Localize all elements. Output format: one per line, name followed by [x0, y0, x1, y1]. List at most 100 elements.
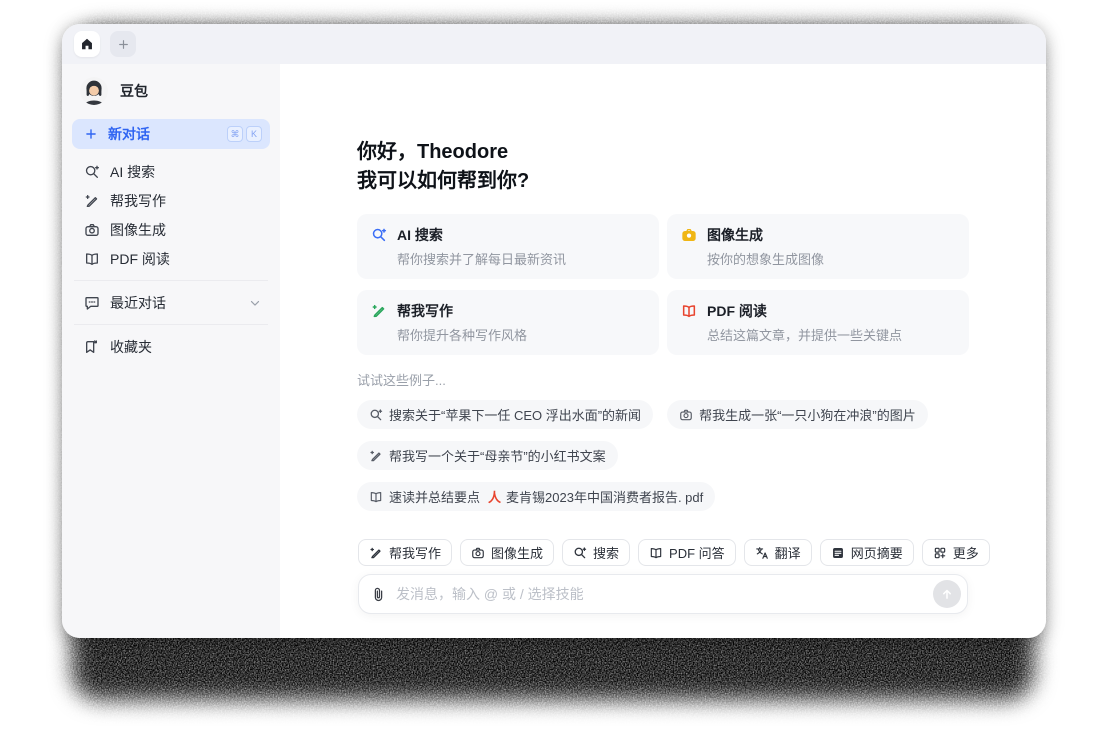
chip-text: 速读并总结要点: [389, 490, 481, 505]
new-chat-button[interactable]: 新对话 ⌘ K: [72, 119, 270, 149]
new-chat-label: 新对话: [108, 126, 150, 142]
pdf-read-icon: [681, 303, 697, 319]
ai-search-icon: [573, 546, 587, 560]
skill-image-button[interactable]: 图像生成: [460, 539, 555, 566]
sidebar-item-label: 最近对话: [110, 294, 166, 311]
message-input[interactable]: [396, 586, 933, 602]
sidebar-divider: [74, 324, 268, 325]
sidebar-item-label: 图像生成: [110, 221, 166, 238]
tab-bar: [62, 24, 1046, 64]
kbd-k: K: [246, 126, 262, 142]
skill-translate-button[interactable]: 翻译: [743, 539, 812, 566]
image-gen-icon: [471, 546, 485, 560]
example-chips: 搜索关于“苹果下一任 CEO 浮出水面”的新闻 帮我生成一张“一只小狗在冲浪”的…: [357, 400, 969, 511]
write-icon: [369, 546, 383, 560]
sidebar-item-label: 帮我写作: [110, 192, 166, 209]
examples-label: 试试这些例子...: [357, 373, 446, 388]
skill-label: 更多: [952, 546, 979, 561]
kbd-command: ⌘: [227, 126, 243, 142]
webpage-icon: [831, 546, 845, 560]
card-ai-search[interactable]: AI 搜索 帮你搜索并了解每日最新资讯: [357, 214, 659, 279]
sidebar-item-favorites[interactable]: 收藏夹: [72, 332, 270, 361]
card-write[interactable]: 帮我写作 帮你提升各种写作风格: [357, 290, 659, 355]
arrow-up-icon: [940, 587, 954, 601]
pdf-read-icon: [649, 546, 663, 560]
pdf-read-icon: [84, 251, 100, 267]
greeting-line2: 我可以如何帮到你?: [357, 170, 530, 192]
profile-row[interactable]: 豆包: [72, 76, 270, 106]
skill-pdf-button[interactable]: PDF 问答: [638, 539, 736, 566]
skill-label: 网页摘要: [850, 546, 903, 561]
chip-text: 帮我生成一张“一只小狗在冲浪”的图片: [699, 408, 916, 423]
skill-write-button[interactable]: 帮我写作: [358, 539, 453, 566]
tab-home[interactable]: [74, 31, 100, 57]
sidebar-item-label: AI 搜索: [110, 163, 156, 180]
write-icon: [369, 449, 383, 463]
app-window: 豆包 新对话 ⌘ K AI 搜索 帮我写作 图像生成 PDF 阅读 最近对话 收…: [62, 24, 1046, 638]
card-description: 总结这篇文章，并提供一些关键点: [707, 328, 903, 343]
skill-webpage-button[interactable]: 网页摘要: [819, 539, 914, 566]
chat-bubble-icon: [84, 295, 100, 311]
app-stage: 豆包 新对话 ⌘ K AI 搜索 帮我写作 图像生成 PDF 阅读 最近对话 收…: [0, 0, 1106, 734]
chip-text: 帮我写一个关于“母亲节”的小红书文案: [389, 449, 606, 464]
profile-name: 豆包: [120, 83, 148, 99]
ai-search-icon: [371, 227, 387, 243]
ai-search-icon: [369, 408, 383, 422]
sidebar-item-label: 收藏夹: [110, 338, 152, 355]
skill-label: 搜索: [593, 546, 620, 561]
chevron-down-icon[interactable]: [248, 296, 262, 310]
sidebar-item-write[interactable]: 帮我写作: [72, 186, 270, 215]
chip-search-example[interactable]: 搜索关于“苹果下一任 CEO 浮出水面”的新闻: [357, 400, 654, 429]
composer-area: 帮我写作 图像生成 搜索 PDF 问答 翻译 网页摘要 更多 发消息，输入 @ …: [358, 539, 990, 614]
skill-more-button[interactable]: 更多: [921, 539, 990, 566]
chip-pdf-example[interactable]: 速读并总结要点 人 麦肯锡2023年中国消费者报告. pdf: [357, 482, 716, 511]
skill-label: PDF 问答: [669, 546, 725, 561]
sidebar-item-recent-chats[interactable]: 最近对话: [72, 288, 270, 317]
card-title: AI 搜索: [397, 227, 443, 243]
plus-icon: [117, 38, 130, 51]
card-pdf-read[interactable]: PDF 阅读 总结这篇文章，并提供一些关键点: [667, 290, 969, 355]
sidebar-divider: [74, 280, 268, 281]
bookmark-icon: [84, 339, 100, 355]
sidebar-item-label: PDF 阅读: [110, 250, 170, 267]
message-composer: [358, 574, 968, 614]
chip-text: 搜索关于“苹果下一任 CEO 浮出水面”的新闻: [389, 408, 642, 423]
card-description: 按你的想象生成图像: [707, 252, 825, 267]
skill-label: 帮我写作: [389, 546, 442, 561]
main-area: 你好，Theodore 我可以如何帮到你? AI 搜索 帮你搜索并了解每日最新资…: [280, 64, 1046, 638]
greeting-line1: 你好，Theodore: [357, 141, 509, 163]
chip-image-example[interactable]: 帮我生成一张“一只小狗在冲浪”的图片: [667, 400, 928, 429]
sidebar: 豆包 新对话 ⌘ K AI 搜索 帮我写作 图像生成 PDF 阅读 最近对话 收…: [62, 64, 280, 638]
chip-attachment-name: 麦肯锡2023年中国消费者报告. pdf: [506, 490, 704, 505]
image-gen-icon: [681, 227, 697, 243]
write-icon: [371, 303, 387, 319]
feature-cards: AI 搜索 帮你搜索并了解每日最新资讯 图像生成 按你的想象生成图像 帮我写作 …: [357, 214, 969, 355]
tab-new[interactable]: [110, 31, 136, 57]
sidebar-nav: AI 搜索 帮我写作 图像生成 PDF 阅读: [72, 157, 270, 273]
skill-search-button[interactable]: 搜索: [562, 539, 631, 566]
card-title: PDF 阅读: [707, 303, 767, 319]
plus-icon: [84, 127, 98, 141]
card-image-gen[interactable]: 图像生成 按你的想象生成图像: [667, 214, 969, 279]
pdf-read-icon: [369, 490, 383, 504]
card-description: 帮你提升各种写作风格: [397, 328, 528, 343]
translate-icon: [755, 546, 769, 560]
image-gen-icon: [84, 222, 100, 238]
card-description: 帮你搜索并了解每日最新资讯: [397, 252, 567, 267]
paperclip-icon[interactable]: [371, 587, 386, 602]
image-gen-icon: [679, 408, 693, 422]
card-title: 图像生成: [707, 227, 763, 243]
write-icon: [84, 193, 100, 209]
chip-write-example[interactable]: 帮我写一个关于“母亲节”的小红书文案: [357, 441, 618, 470]
send-button[interactable]: [933, 580, 961, 608]
sidebar-item-ai-search[interactable]: AI 搜索: [72, 157, 270, 186]
sidebar-item-image-gen[interactable]: 图像生成: [72, 215, 270, 244]
home-icon: [80, 37, 94, 51]
skill-label: 翻译: [774, 546, 801, 561]
skill-label: 图像生成: [491, 546, 544, 561]
more-icon: [933, 546, 947, 560]
skill-buttons: 帮我写作 图像生成 搜索 PDF 问答 翻译 网页摘要 更多: [358, 539, 990, 566]
sidebar-item-pdf-read[interactable]: PDF 阅读: [72, 244, 270, 273]
card-title: 帮我写作: [397, 303, 453, 319]
doubao-avatar: [80, 77, 108, 105]
